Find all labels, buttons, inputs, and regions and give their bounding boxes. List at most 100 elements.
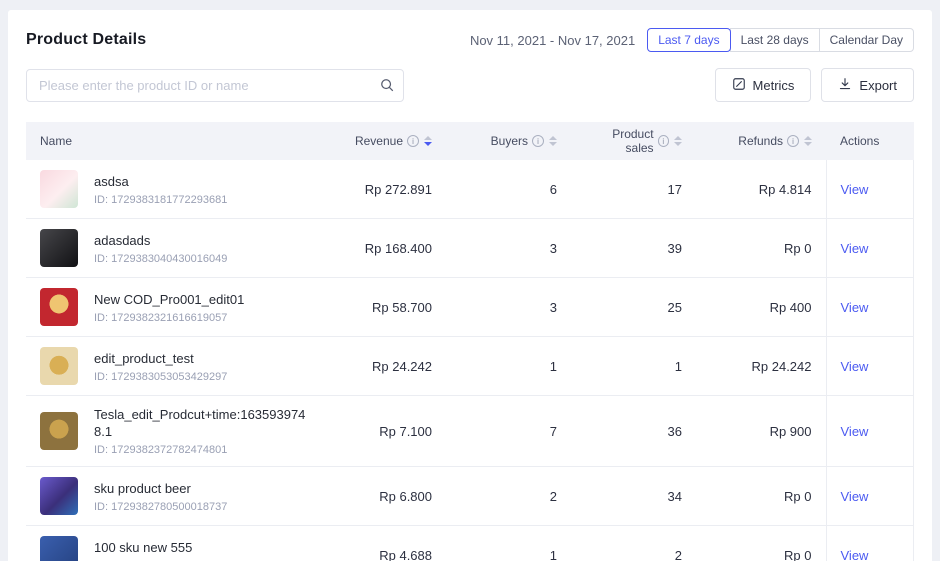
- product-thumbnail: [40, 229, 78, 267]
- column-header-refunds: Refundsi: [696, 122, 826, 160]
- refunds-cell: Rp 24.242: [696, 337, 826, 396]
- revenue-cell: Rp 6.800: [326, 467, 446, 526]
- product-id: ID: 1729383053053429297: [94, 371, 227, 383]
- info-icon[interactable]: i: [658, 135, 669, 147]
- product-thumbnail: [40, 477, 78, 515]
- buyers-cell: 6: [446, 160, 571, 219]
- table-row: 100 sku new 555 ID: 1729383 Rp 4.688 1 2…: [26, 526, 914, 561]
- revenue-cell: Rp 168.400: [326, 219, 446, 278]
- column-header-revenue: Revenue i: [326, 122, 446, 160]
- page-title: Product Details: [26, 31, 146, 49]
- refunds-cell: Rp 900: [696, 396, 826, 467]
- actions-cell: View: [826, 337, 914, 396]
- product-name: Tesla_edit_Prodcut+time:1635939748.1: [94, 406, 312, 440]
- product-thumbnail: [40, 170, 78, 208]
- name-cell: New COD_Pro001_edit01 ID: 17293823216166…: [26, 278, 326, 337]
- product-name: sku product beer: [94, 480, 227, 497]
- view-link[interactable]: View: [841, 300, 869, 315]
- table-header-row: NameRevenueiBuyersiProduct salesiRefunds…: [26, 122, 914, 160]
- export-button-label: Export: [859, 78, 897, 93]
- product-thumbnail: [40, 412, 78, 450]
- export-button[interactable]: Export: [821, 68, 914, 102]
- sort-icon[interactable]: [424, 136, 432, 146]
- product-sales-cell: 25: [571, 278, 696, 337]
- view-link[interactable]: View: [841, 359, 869, 374]
- metrics-button-label: Metrics: [753, 78, 795, 93]
- table-row: sku product beer ID: 1729382780500018737…: [26, 467, 914, 526]
- info-icon[interactable]: i: [407, 135, 419, 147]
- page-header: Product Details Nov 11, 2021 - Nov 17, 2…: [26, 28, 914, 52]
- column-header-name: Name: [26, 122, 326, 160]
- name-cell: sku product beer ID: 1729382780500018737: [26, 467, 326, 526]
- sort-icon[interactable]: [804, 136, 812, 146]
- range-tab-calendar-day[interactable]: Calendar Day: [819, 28, 914, 52]
- buyers-cell: 3: [446, 278, 571, 337]
- actions-cell: View: [826, 278, 914, 337]
- product-name: edit_product_test: [94, 350, 227, 367]
- view-link[interactable]: View: [841, 424, 869, 439]
- range-tab-last-28-days[interactable]: Last 28 days: [730, 28, 820, 52]
- column-header-product-sales: Product sales i: [571, 122, 696, 160]
- refunds-cell: Rp 4.814: [696, 160, 826, 219]
- info-icon[interactable]: i: [787, 135, 799, 147]
- view-link[interactable]: View: [841, 548, 869, 561]
- product-id: ID: 1729382321616619057: [94, 312, 244, 324]
- actions-cell: View: [826, 396, 914, 467]
- product-id: ID: 1729383040430016049: [94, 253, 227, 265]
- name-cell: 100 sku new 555 ID: 1729383: [26, 526, 326, 561]
- search-input[interactable]: [26, 69, 404, 102]
- product-sales-cell: 39: [571, 219, 696, 278]
- actions-cell: View: [826, 467, 914, 526]
- metrics-icon: [732, 77, 746, 94]
- table-row: New COD_Pro001_edit01 ID: 17293823216166…: [26, 278, 914, 337]
- product-details-panel: Product Details Nov 11, 2021 - Nov 17, 2…: [8, 10, 932, 561]
- product-name: New COD_Pro001_edit01: [94, 291, 244, 308]
- date-range-text: Nov 11, 2021 - Nov 17, 2021: [470, 33, 635, 48]
- table-row: edit_product_test ID: 172938305305342929…: [26, 337, 914, 396]
- info-icon[interactable]: i: [532, 135, 544, 147]
- refunds-cell: Rp 400: [696, 278, 826, 337]
- actions-cell: View: [826, 160, 914, 219]
- product-sales-cell: 2: [571, 526, 696, 561]
- column-label: Name: [40, 134, 72, 148]
- product-name: asdsa: [94, 173, 227, 190]
- search-icon[interactable]: [380, 78, 394, 97]
- column-label: Product sales: [585, 127, 654, 155]
- range-tab-last-7-days[interactable]: Last 7 days: [647, 28, 730, 52]
- view-link[interactable]: View: [841, 241, 869, 256]
- column-label: Actions: [840, 134, 879, 148]
- download-icon: [838, 77, 852, 94]
- column-label: Buyers: [491, 134, 528, 148]
- sort-icon[interactable]: [674, 136, 682, 146]
- column-header-actions: Actions: [826, 122, 914, 160]
- view-link[interactable]: View: [841, 489, 869, 504]
- date-range-segmented-control: Last 7 days Last 28 days Calendar Day: [647, 28, 914, 52]
- sort-icon[interactable]: [549, 136, 557, 146]
- column-header-buyers: Buyersi: [446, 122, 571, 160]
- refunds-cell: Rp 0: [696, 219, 826, 278]
- buyers-cell: 7: [446, 396, 571, 467]
- product-thumbnail: [40, 288, 78, 326]
- name-cell: adasdads ID: 1729383040430016049: [26, 219, 326, 278]
- name-cell: asdsa ID: 1729383181772293681: [26, 160, 326, 219]
- search-box: [26, 69, 404, 102]
- toolbar: Metrics Export: [26, 68, 914, 102]
- revenue-cell: Rp 58.700: [326, 278, 446, 337]
- table-row: asdsa ID: 1729383181772293681 Rp 272.891…: [26, 160, 914, 219]
- product-sales-cell: 36: [571, 396, 696, 467]
- revenue-cell: Rp 24.242: [326, 337, 446, 396]
- refunds-cell: Rp 0: [696, 526, 826, 561]
- column-label: Revenue: [355, 134, 403, 148]
- view-link[interactable]: View: [841, 182, 869, 197]
- product-id: ID: 1729383181772293681: [94, 194, 227, 206]
- product-table: NameRevenueiBuyersiProduct salesiRefunds…: [26, 122, 914, 561]
- buyers-cell: 3: [446, 219, 571, 278]
- revenue-cell: Rp 272.891: [326, 160, 446, 219]
- product-sales-cell: 17: [571, 160, 696, 219]
- name-cell: edit_product_test ID: 172938305305342929…: [26, 337, 326, 396]
- table-row: Tesla_edit_Prodcut+time:1635939748.1 ID:…: [26, 396, 914, 467]
- metrics-button[interactable]: Metrics: [715, 68, 812, 102]
- actions-cell: View: [826, 526, 914, 561]
- product-sales-cell: 1: [571, 337, 696, 396]
- product-sales-cell: 34: [571, 467, 696, 526]
